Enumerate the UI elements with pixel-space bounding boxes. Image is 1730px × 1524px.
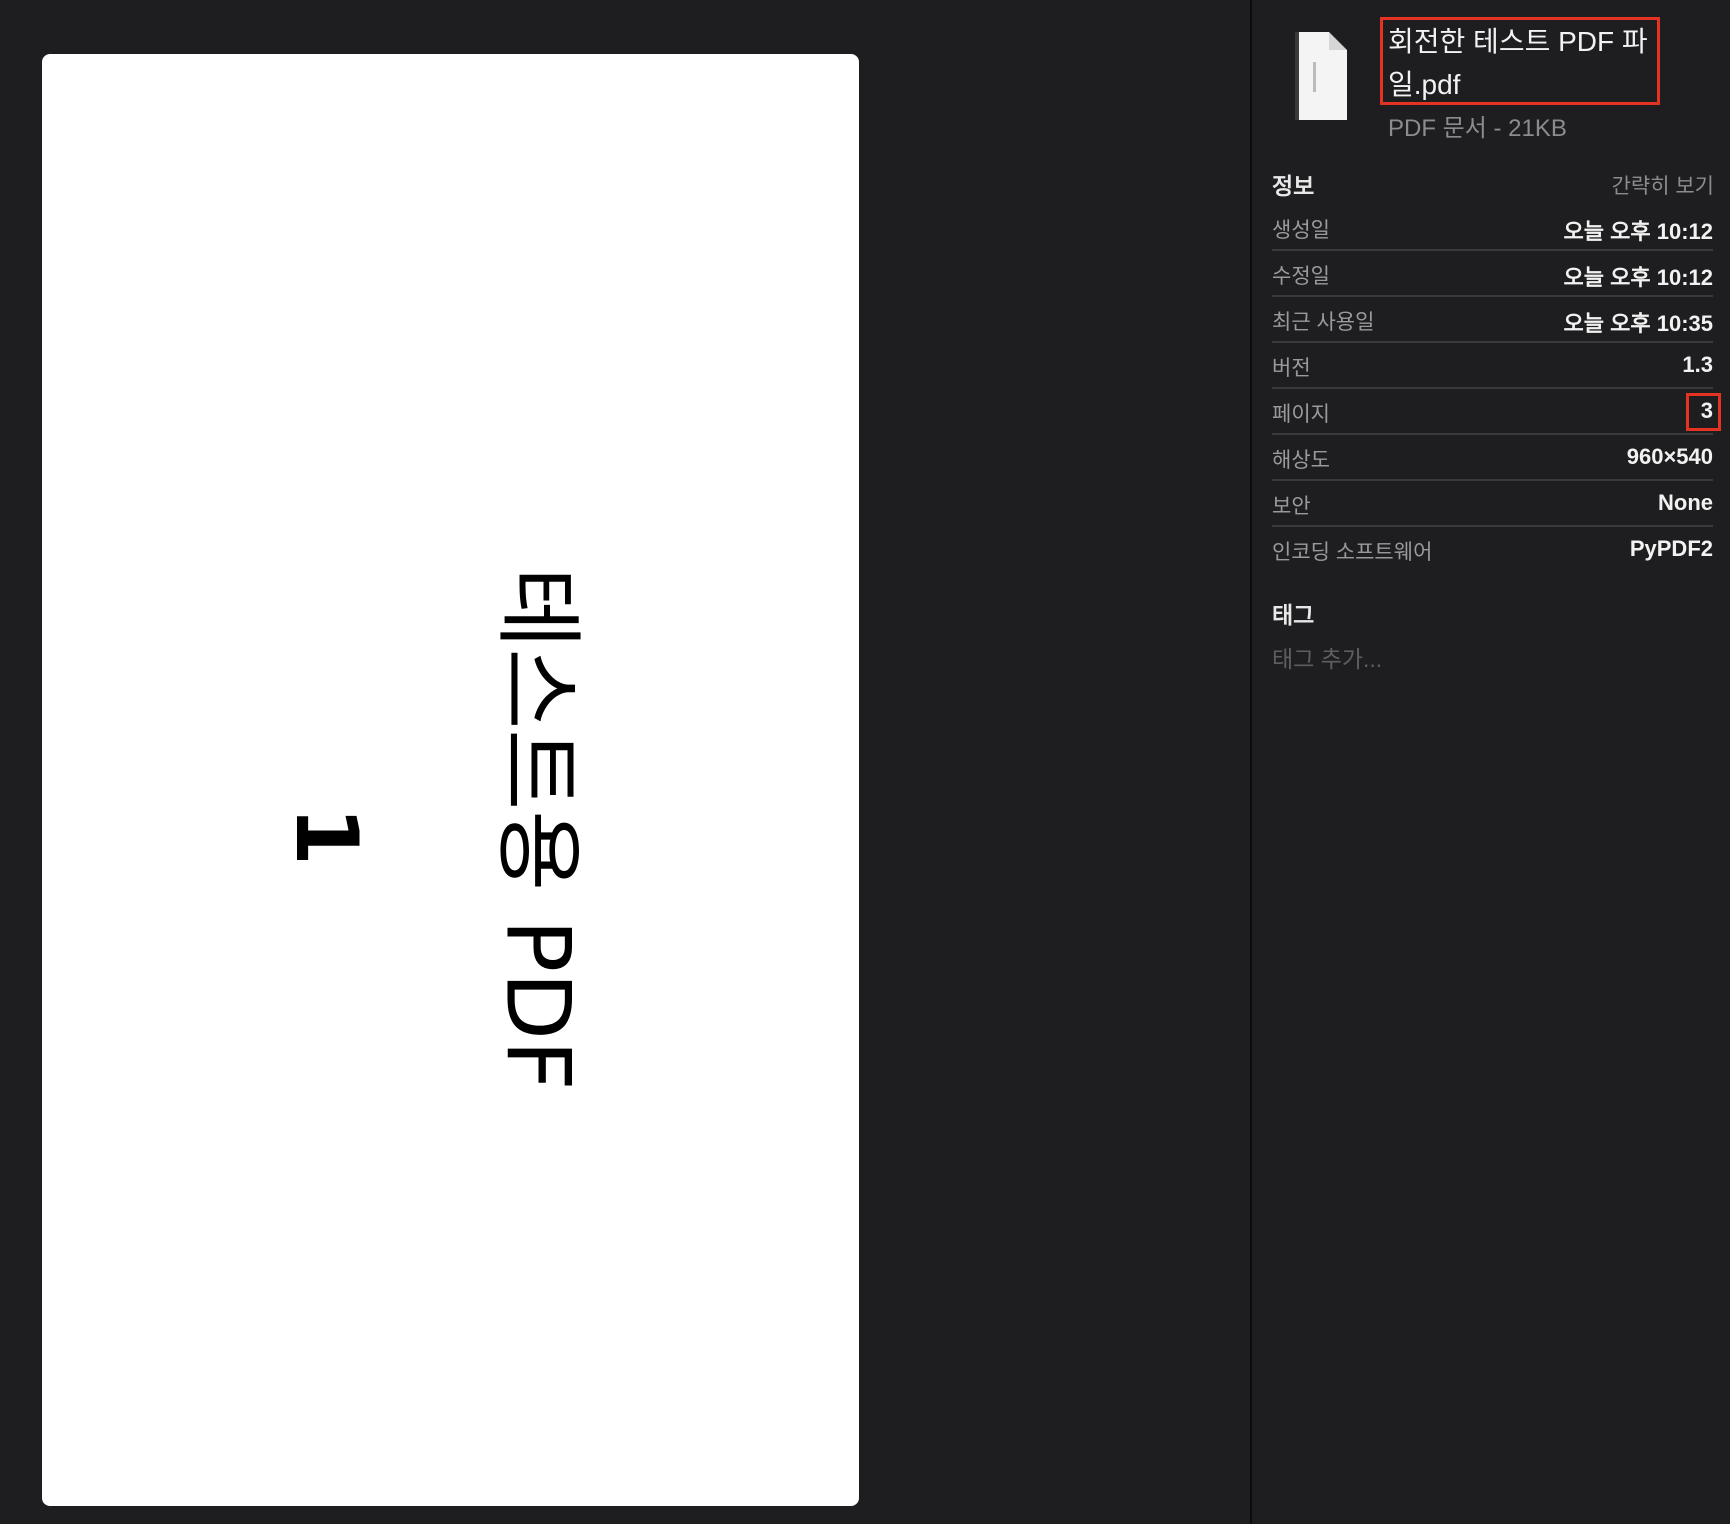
preview-area: 테스트용 PDF 1 — [0, 0, 1250, 1524]
info-key: 생성일 — [1272, 219, 1330, 242]
info-inspector: 회전한 테스트 PDF 파일.pdf PDF 문서 - 21KB 정보 간략히 … — [1252, 0, 1730, 1524]
info-value: None — [1658, 490, 1713, 515]
info-row-modified: 수정일 오늘 오후 10:12 — [1272, 251, 1713, 297]
info-key: 최근 사용일 — [1272, 311, 1375, 334]
info-row-resolution: 해상도 960×540 — [1272, 435, 1713, 481]
info-value: 오늘 오후 10:35 — [1563, 311, 1713, 336]
info-section-title: 정보 — [1272, 173, 1315, 199]
add-tag-input[interactable]: 태그 추가... — [1272, 640, 1382, 674]
info-row-pages: 페이지 3 — [1272, 389, 1713, 435]
info-row-encoding-software: 인코딩 소프트웨어 PyPDF2 — [1272, 527, 1713, 573]
info-value: 960×540 — [1626, 444, 1713, 469]
info-value: PyPDF2 — [1629, 536, 1713, 561]
page-count-highlight — [1686, 393, 1721, 431]
info-row-last-opened: 최근 사용일 오늘 오후 10:35 — [1272, 297, 1713, 343]
info-rows: 생성일 오늘 오후 10:12 수정일 오늘 오후 10:12 최근 사용일 오… — [1272, 205, 1713, 573]
info-row-version: 버전 1.3 — [1272, 343, 1713, 389]
thumbnail-text-mark — [1313, 62, 1316, 92]
info-row-security: 보안 None — [1272, 481, 1713, 527]
page-main-text: 테스트용 PDF — [486, 567, 590, 1091]
info-key: 보안 — [1272, 495, 1311, 518]
info-key: 해상도 — [1272, 449, 1330, 472]
file-kind-size: PDF 문서 - 21KB — [1388, 115, 1567, 142]
page-number-text: 1 — [276, 806, 376, 866]
file-name[interactable]: 회전한 테스트 PDF 파일.pdf — [1388, 20, 1658, 106]
info-value: 오늘 오후 10:12 — [1563, 219, 1713, 244]
info-key: 페이지 — [1272, 403, 1330, 426]
info-row-created: 생성일 오늘 오후 10:12 — [1272, 205, 1713, 251]
pdf-page-preview[interactable]: 테스트용 PDF 1 — [42, 54, 859, 1506]
info-key: 수정일 — [1272, 265, 1330, 288]
info-key: 버전 — [1272, 357, 1311, 380]
show-less-link[interactable]: 간략히 보기 — [1612, 170, 1714, 200]
info-value: 1.3 — [1682, 352, 1713, 377]
info-value: 오늘 오후 10:12 — [1563, 265, 1713, 290]
tags-section-title: 태그 — [1272, 602, 1315, 628]
info-key: 인코딩 소프트웨어 — [1272, 541, 1433, 564]
page-fold-icon — [1329, 32, 1347, 50]
pdf-file-icon — [1295, 32, 1347, 120]
